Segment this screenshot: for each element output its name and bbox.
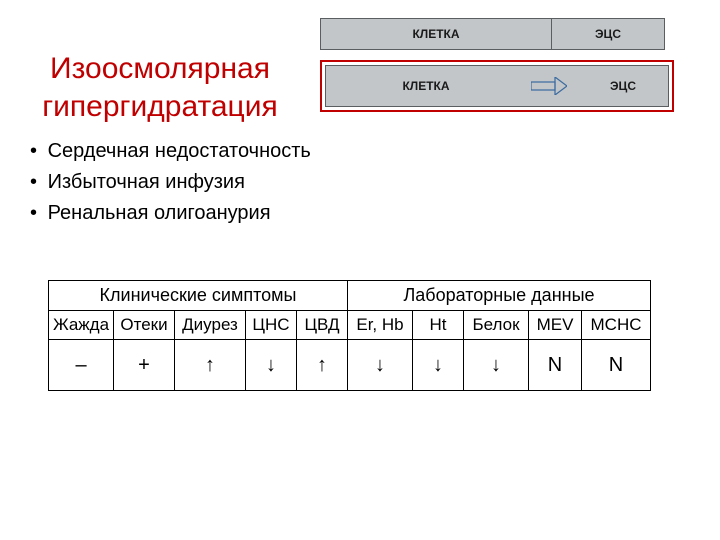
slide-title: Изоосмолярная гипергидратация [0,50,320,125]
cell-label: КЛЕТКА [402,79,449,93]
col-header: ЦВД [297,311,348,340]
col-header: Ht [413,311,464,340]
table-value-row: – + ↑ ↓ ↑ ↓ ↓ ↓ N N [49,340,651,391]
list-item: • Сердечная недостаточность [30,140,311,163]
col-header: Жажда [49,311,114,340]
bullet-dot-icon: • [30,171,42,194]
bullet-dot-icon: • [30,202,42,225]
title-line1: Изоосмолярная [50,52,270,85]
col-header: Er, Hb [348,311,413,340]
cell-value: ↓ [413,340,464,391]
ecs-label: ЭЦС [595,27,621,41]
col-header: Отеки [114,311,175,340]
cell-value: ↓ [246,340,297,391]
cell-value: ↑ [297,340,348,391]
cell-value: – [49,340,114,391]
cell-compartment-box: КЛЕТКА [326,66,526,106]
cell-value: N [529,340,582,391]
cell-value: ↓ [464,340,529,391]
diagram-row-highlighted: КЛЕТКА ЭЦС [320,60,674,112]
bullet-dot-icon: • [30,140,42,163]
cell-compartment-box: КЛЕТКА [320,18,552,50]
clinical-lab-table: Клинические симптомы Лабораторные данные… [48,280,651,391]
bullet-text: Избыточная инфузия [48,171,245,193]
bullet-text: Сердечная недостаточность [48,140,311,162]
col-header: MCHC [582,311,651,340]
table-header-row: Жажда Отеки Диурез ЦНС ЦВД Er, Hb Ht Бел… [49,311,651,340]
diagram-row-expanded: КЛЕТКА ЭЦС [325,65,669,107]
ecs-compartment-box: ЭЦС [578,66,668,106]
cell-label: КЛЕТКА [412,27,459,41]
col-header: MEV [529,311,582,340]
slide: Изоосмолярная гипергидратация • Сердечна… [0,0,720,540]
col-header: Белок [464,311,529,340]
list-item: • Избыточная инфузия [30,171,311,194]
col-header: ЦНС [246,311,297,340]
ecs-label: ЭЦС [610,79,636,93]
arrow-right-icon [531,77,567,95]
title-line2: гипергидратация [42,90,278,123]
diagram-row-normal: КЛЕТКА ЭЦС [320,18,680,50]
group-header-clinical: Клинические симптомы [49,281,348,311]
bullet-text: Ренальная олигоанурия [48,202,271,224]
col-header: Диурез [175,311,246,340]
cell-value: ↑ [175,340,246,391]
cell-value: ↓ [348,340,413,391]
cell-value: N [582,340,651,391]
compartment-diagram: КЛЕТКА ЭЦС КЛЕТКА ЭЦС [320,18,680,112]
table-group-row: Клинические симптомы Лабораторные данные [49,281,651,311]
ecs-compartment-box: ЭЦС [552,18,665,50]
cell-value: + [114,340,175,391]
bullet-list: • Сердечная недостаточность • Избыточная… [30,140,311,233]
group-header-lab: Лабораторные данные [348,281,651,311]
list-item: • Ренальная олигоанурия [30,202,311,225]
